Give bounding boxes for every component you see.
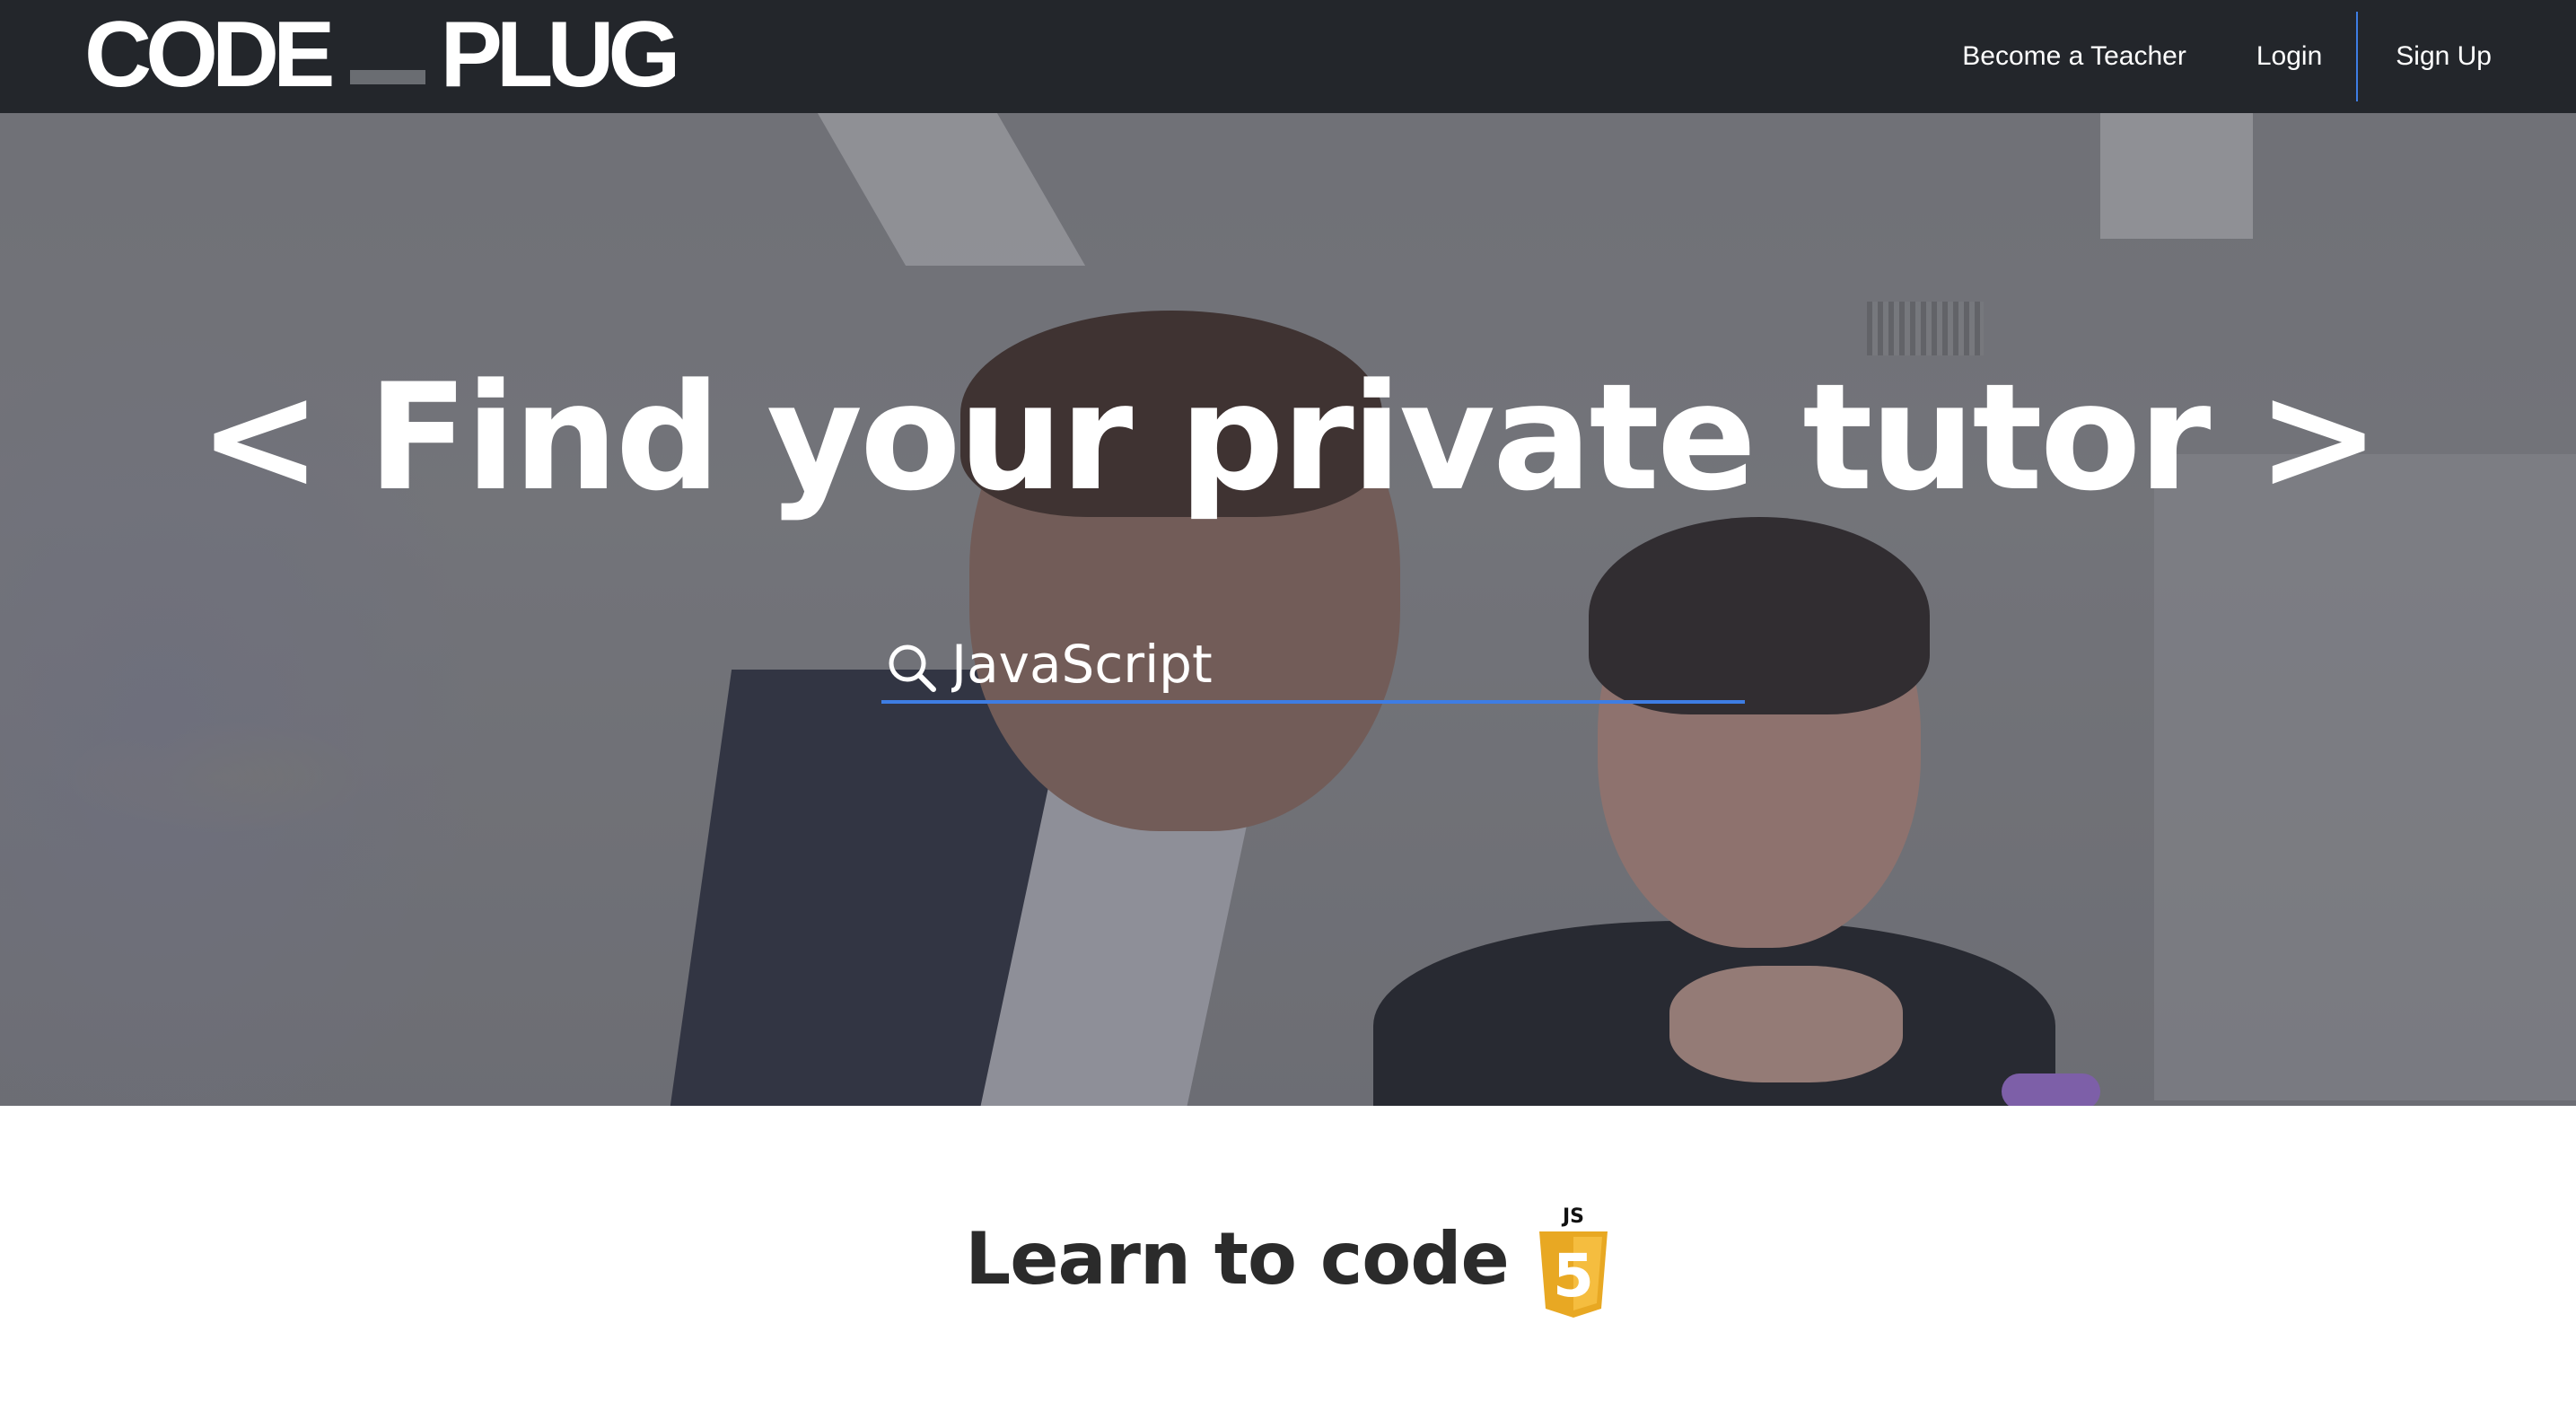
signup-link[interactable]: Sign Up: [2396, 41, 2492, 72]
learn-title: Learn to code: [965, 1216, 1509, 1301]
badge-js-label: JS: [1561, 1205, 1584, 1228]
search-bar: [881, 632, 1745, 704]
javascript-logo-icon: JS 5: [1535, 1203, 1611, 1321]
hero-section: < Find your private tutor >: [0, 113, 2576, 1106]
nav-links: Become a Teacher Login Sign Up: [1962, 0, 2492, 113]
logo-text-right: PLUG: [440, 3, 680, 107]
badge-number: 5: [1553, 1241, 1594, 1310]
logo[interactable]: CODE PLUG: [84, 3, 680, 107]
search-underline: [881, 700, 1745, 704]
become-teacher-link[interactable]: Become a Teacher: [1962, 41, 2186, 72]
top-navbar: CODE PLUG Become a Teacher Login Sign Up: [0, 0, 2576, 113]
hero-title: < Find your private tutor >: [198, 352, 2380, 523]
search-input[interactable]: [951, 635, 1723, 693]
search-icon[interactable]: [887, 643, 937, 693]
logo-dash: [350, 70, 426, 84]
login-link[interactable]: Login: [2256, 41, 2322, 72]
learn-section: Learn to code JS 5: [0, 1196, 2576, 1321]
nav-separator: [2356, 12, 2359, 101]
logo-text-left: CODE: [84, 3, 335, 107]
